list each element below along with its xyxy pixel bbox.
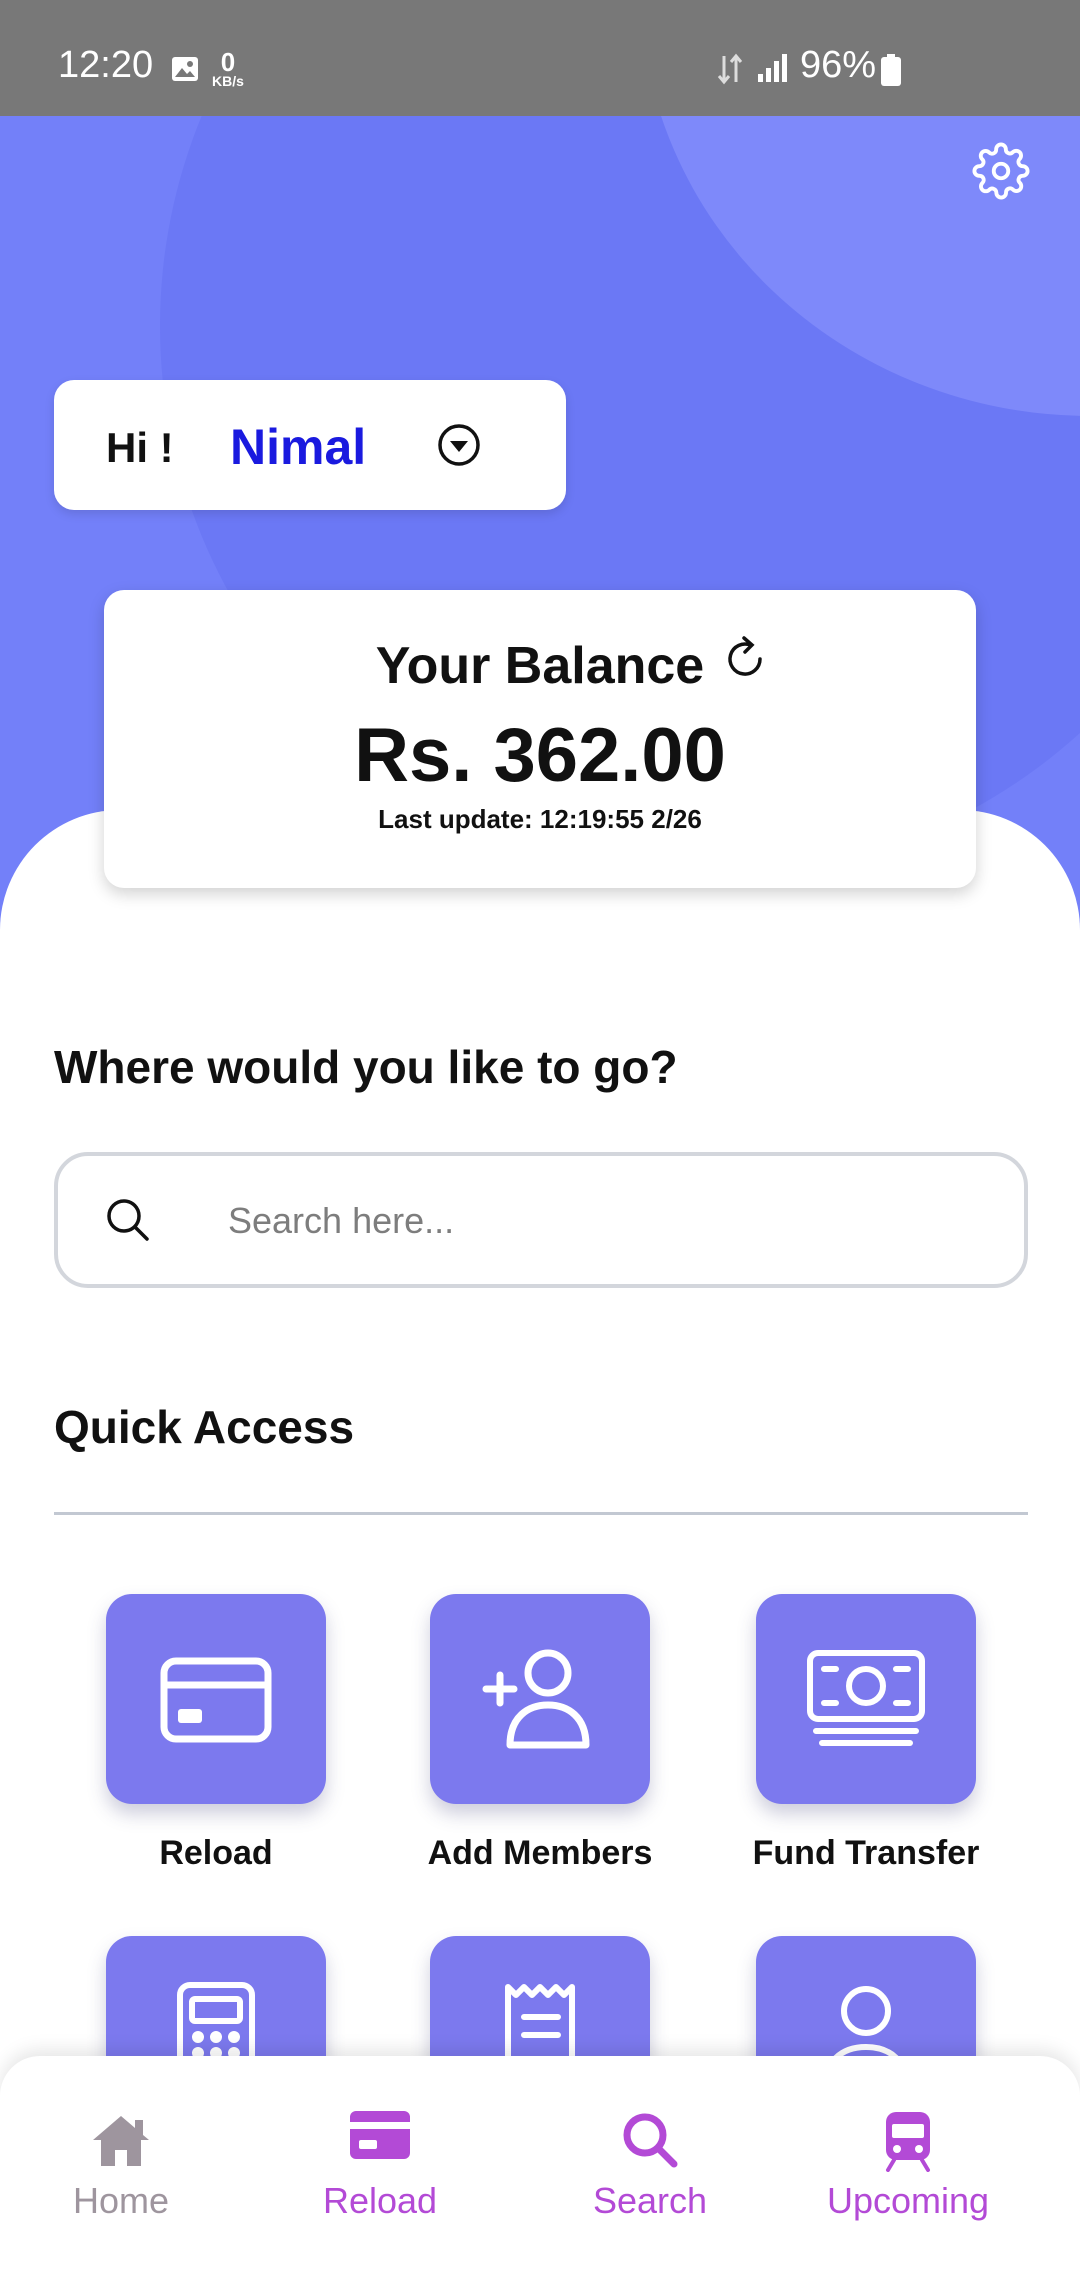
- add-user-icon: [482, 1649, 590, 1749]
- quick-access-fund-transfer[interactable]: [756, 1594, 976, 1804]
- cash-icon: [807, 1650, 925, 1746]
- network-speed: 0 KB/s: [212, 47, 244, 89]
- quick-access-heading: Quick Access: [54, 1401, 355, 1453]
- refresh-icon[interactable]: [718, 632, 772, 686]
- balance-card: Your Balance Rs. 362.00 Last update: 12:…: [104, 590, 976, 888]
- network-speed-value: 0: [220, 47, 236, 77]
- nav-label: Upcoming: [826, 2180, 990, 2221]
- battery-icon: [880, 54, 902, 91]
- battery-percent: 96%: [800, 44, 877, 86]
- status-bar: 12:20 0 KB/s 96%: [0, 0, 1080, 116]
- balance-amount: Rs. 362.00: [354, 713, 726, 798]
- bottom-navigation: Home Reload Search Upcoming: [0, 2056, 1080, 2280]
- divider: [54, 1512, 1028, 1515]
- network-speed-unit: KB/s: [212, 73, 244, 89]
- quick-access-reload[interactable]: [106, 1594, 326, 1804]
- balance-title: Your Balance: [104, 636, 976, 696]
- user-name: Nimal: [230, 419, 367, 475]
- search-icon: [102, 1194, 154, 1246]
- search-input[interactable]: [228, 1186, 988, 1256]
- nav-item-reload[interactable]: Reload: [245, 2056, 515, 2280]
- quick-access-label: Reload: [159, 1834, 273, 1872]
- gear-icon: [972, 142, 1030, 200]
- dropdown-icon[interactable]: [434, 420, 484, 470]
- greeting-text: Hi !: [106, 424, 174, 471]
- gallery-icon: [170, 54, 200, 89]
- balance-last-update: Last update: 12:19:55 2/26: [378, 804, 702, 834]
- home-icon: [93, 2116, 149, 2166]
- balance-title-text: Your Balance: [375, 637, 705, 695]
- nav-item-upcoming[interactable]: Upcoming: [773, 2056, 1043, 2280]
- nav-label: Home: [72, 2180, 170, 2221]
- quick-access-add-members[interactable]: [430, 1594, 650, 1804]
- data-transfer-icon: [716, 52, 744, 91]
- nav-item-home[interactable]: Home: [0, 2056, 256, 2280]
- nav-item-search[interactable]: Search: [515, 2056, 785, 2280]
- settings-button[interactable]: [972, 142, 1030, 200]
- destination-heading: Where would you like to go?: [54, 1041, 678, 1093]
- nav-label: Reload: [322, 2180, 438, 2221]
- search-icon: [623, 2113, 678, 2168]
- quick-access-label: Add Members: [427, 1834, 653, 1872]
- nav-label: Search: [592, 2180, 708, 2221]
- user-selector[interactable]: Hi ! Nimal: [54, 380, 566, 510]
- search-box[interactable]: [54, 1152, 1028, 1288]
- train-icon: [886, 2112, 930, 2172]
- card-icon: [160, 1657, 272, 1743]
- card-icon: [350, 2111, 410, 2159]
- quick-access-label: Fund Transfer: [752, 1834, 980, 1872]
- signal-icon: [756, 52, 790, 87]
- status-time: 12:20: [58, 44, 154, 86]
